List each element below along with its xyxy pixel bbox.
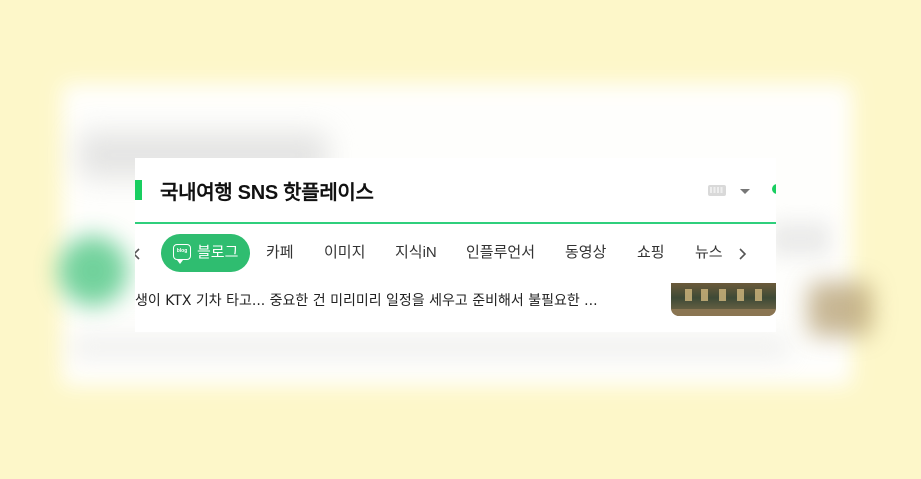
tab-label: 카페 <box>266 244 294 261</box>
thumbnail-detail <box>671 309 776 316</box>
keyboard-dropdown-button[interactable] <box>706 182 752 200</box>
tab-label: 블로그 <box>197 244 239 261</box>
blog-icon: blog <box>173 243 191 264</box>
background-blur <box>808 282 872 336</box>
thumbnail-detail <box>701 289 708 301</box>
tab-label: 지식iN <box>395 244 437 261</box>
tab-label: 이미지 <box>324 244 366 261</box>
tab-cafe[interactable]: 카페 <box>266 234 294 272</box>
thumbnail-detail <box>685 289 692 301</box>
chevron-left-icon[interactable] <box>135 246 145 262</box>
caret-down-icon <box>740 189 750 194</box>
thumbnail-detail <box>755 289 762 301</box>
tab-blog[interactable]: blog 블로그 <box>161 234 251 272</box>
tab-knowledge-in[interactable]: 지식iN <box>395 234 437 272</box>
result-thumbnail[interactable] <box>671 283 776 316</box>
tab-label: 뉴스 <box>695 244 723 261</box>
search-panel: 국내여행 SNS 핫플레이스 blog 블로그 카페 이미지 지식iN 인플루언서… <box>135 158 776 332</box>
tab-label: 인플루언서 <box>466 244 536 261</box>
thumbnail-detail <box>737 289 744 301</box>
thumbnail-detail <box>719 289 726 301</box>
tab-influencer[interactable]: 인플루언서 <box>466 234 535 272</box>
tab-bar: blog 블로그 카페 이미지 지식iN 인플루언서 동영상 쇼핑 뉴스 <box>135 234 776 274</box>
tab-news[interactable]: 뉴스 <box>695 234 723 272</box>
chevron-right-icon[interactable] <box>734 246 750 262</box>
tab-video[interactable]: 동영상 <box>565 234 606 272</box>
tab-label: 쇼핑 <box>637 244 665 261</box>
page-title: 국내여행 SNS 핫플레이스 <box>160 182 374 204</box>
tab-images[interactable]: 이미지 <box>324 234 365 272</box>
divider <box>135 222 776 224</box>
header-row: 국내여행 SNS 핫플레이스 <box>135 158 776 222</box>
background-blur <box>70 336 790 358</box>
result-snippet[interactable]: 생이 KTX 기차 타고... 중요한 건 미리미리 일정을 세우고 준비해서 … <box>135 292 655 310</box>
background-blur <box>770 222 830 256</box>
accent-bar <box>135 180 142 200</box>
status-dot-icon <box>772 184 776 194</box>
background-blur <box>58 236 128 306</box>
keyboard-icon <box>708 185 726 196</box>
tab-shopping[interactable]: 쇼핑 <box>637 234 665 272</box>
tab-label: 동영상 <box>565 244 607 261</box>
